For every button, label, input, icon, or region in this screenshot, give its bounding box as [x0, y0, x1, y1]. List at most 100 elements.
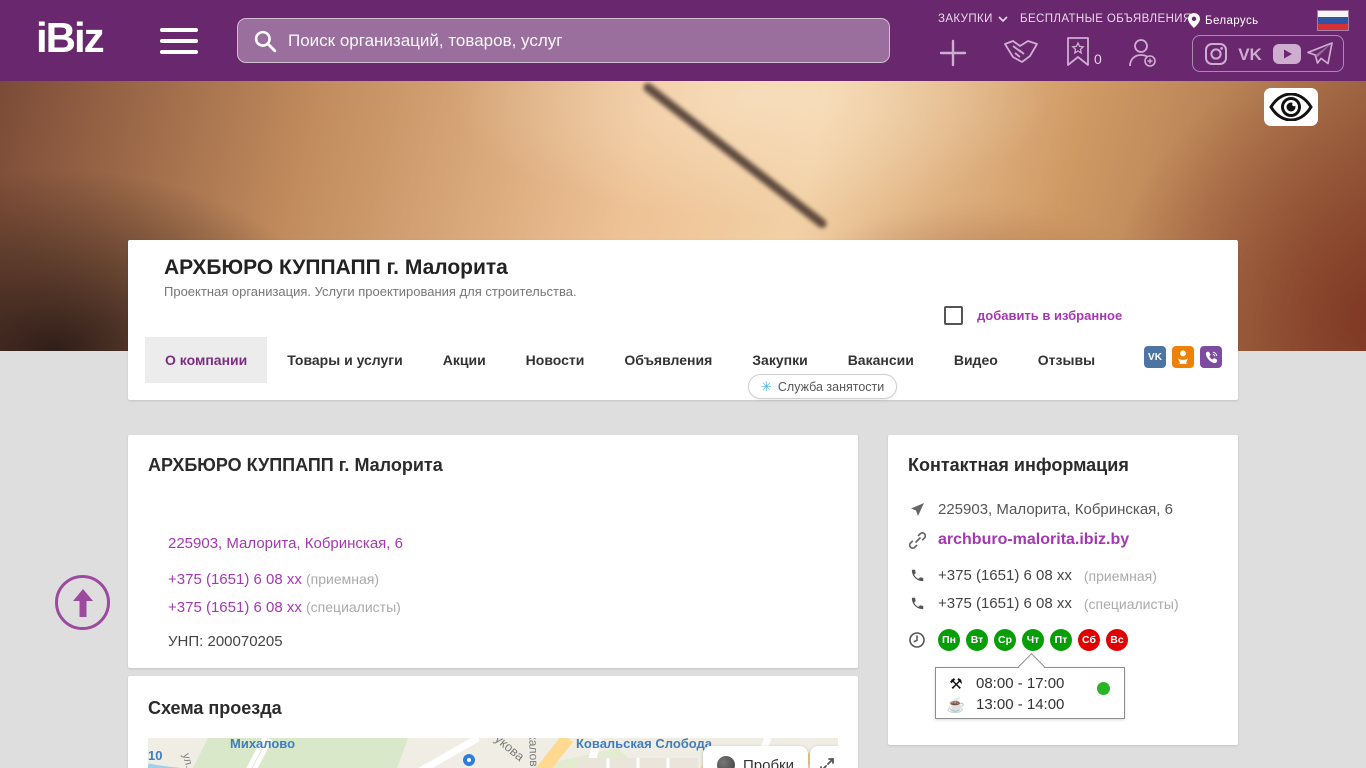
tab-news[interactable]: Новости — [506, 337, 605, 383]
day-tuesday[interactable]: Вт — [966, 629, 988, 651]
odnoklassniki-icon[interactable] — [1172, 346, 1194, 368]
pen-shape — [641, 81, 829, 230]
company-address-link[interactable]: 225903, Малорита, Кобринская, 6 — [168, 535, 403, 552]
unp-number: УНП: 200070205 — [168, 633, 283, 650]
procurement-menu[interactable]: ЗАКУПКИ — [938, 13, 1008, 25]
page: iBiz ЗАКУПКИ БЕСПЛАТНЫЕ ОБЪЯВЛЕНИЯ Белар… — [0, 0, 1366, 768]
street-label-3: калов — [526, 738, 542, 767]
about-title: АРХБЮРО КУППАПП г. Малорита — [148, 455, 443, 475]
vk-icon[interactable]: VK — [1233, 42, 1267, 66]
language-flag-ru[interactable] — [1318, 11, 1348, 30]
add-company-button[interactable] — [938, 38, 968, 68]
working-hours-tooltip: ⚒ 08:00 - 17:00 ☕ 13:00 - 14:00 — [935, 667, 1125, 719]
up-arrow-icon — [72, 588, 93, 617]
map-canvas[interactable]: 10 ул. Я Михалово укова калов Ковальская… — [148, 738, 838, 768]
search-input[interactable] — [288, 30, 875, 51]
contact-phone-reception: +375 (1651) 6 08 xx — [938, 567, 1072, 584]
telegram-icon[interactable] — [1306, 41, 1333, 66]
expand-icon — [820, 758, 834, 768]
free-ads-link[interactable]: БЕСПЛАТНЫЕ ОБЪЯВЛЕНИЯ — [1020, 13, 1192, 25]
tab-reviews[interactable]: Отзывы — [1018, 337, 1115, 383]
tab-promos[interactable]: Акции — [423, 337, 506, 383]
favorite-checkbox[interactable] — [944, 306, 963, 325]
link-icon — [908, 531, 926, 549]
phone-icon — [908, 596, 926, 611]
phone-icon — [908, 568, 926, 583]
phone-link-reception[interactable]: +375 (1651) 6 08 xx — [168, 571, 302, 588]
favorites-button[interactable]: 0 — [1066, 37, 1102, 67]
user-add-icon — [1129, 39, 1156, 67]
eye-icon — [1269, 93, 1313, 121]
tab-about[interactable]: О компании — [145, 337, 268, 383]
day-friday[interactable]: Пт — [1050, 629, 1072, 651]
district-label-kovalskaya: Ковальская Слобода — [576, 738, 713, 751]
top-header: iBiz ЗАКУПКИ БЕСПЛАТНЫЕ ОБЪЯВЛЕНИЯ Белар… — [0, 0, 1366, 81]
scroll-to-top-button[interactable] — [55, 575, 110, 630]
working-days: Пн Вт Ср Чт Пт Сб Вс — [938, 629, 1134, 651]
company-social-links: VK — [1144, 346, 1222, 368]
day-wednesday[interactable]: Ср — [994, 629, 1016, 651]
employment-service-icon: ✳ — [761, 378, 772, 394]
add-to-favorites[interactable]: добавить в избранное — [944, 306, 1122, 325]
day-thursday[interactable]: Чт — [1022, 629, 1044, 651]
bookmark-star-icon — [1067, 37, 1089, 66]
traffic-icon — [717, 756, 735, 768]
views-button[interactable] — [1264, 88, 1318, 126]
district-label-mikhalovo: Михалово — [230, 738, 296, 751]
instagram-icon[interactable] — [1204, 42, 1228, 66]
search-icon — [254, 30, 277, 52]
youtube-icon[interactable] — [1272, 43, 1302, 65]
social-links-group: VK — [1192, 35, 1344, 72]
contact-info-card: Контактная информация 225903, Малорита, … — [888, 435, 1238, 745]
day-saturday[interactable]: Сб — [1078, 629, 1100, 651]
road-number-label: 10 — [148, 748, 163, 763]
work-hours: 08:00 - 17:00 — [976, 675, 1065, 692]
company-header-card: АРХБЮРО КУППАПП г. Малорита Проектная ор… — [128, 240, 1238, 400]
map-fullscreen-button[interactable] — [810, 746, 838, 768]
hamburger-menu-icon[interactable] — [160, 28, 198, 54]
map-marker[interactable] — [463, 754, 475, 766]
tab-products[interactable]: Товары и услуги — [267, 337, 422, 383]
employment-service-badge[interactable]: ✳ Служба занятости — [748, 374, 898, 399]
about-company-card: АРХБЮРО КУППАПП г. Малорита 225903, Мало… — [128, 435, 858, 668]
break-hours: 13:00 - 14:00 — [976, 696, 1065, 713]
map-title: Схема проезда — [148, 698, 282, 718]
day-sunday[interactable]: Вс — [1106, 629, 1128, 651]
contact-address: 225903, Малорита, Кобринская, 6 — [938, 501, 1173, 518]
open-now-indicator — [1097, 682, 1110, 695]
phone-link-specialists[interactable]: +375 (1651) 6 08 xx — [168, 599, 302, 616]
vk-share-icon[interactable]: VK — [1144, 346, 1166, 368]
company-website-link[interactable]: archburo-malorita.ibiz.by — [938, 531, 1129, 549]
svg-text:VK: VK — [1238, 45, 1262, 64]
contact-phone-specialists: +375 (1651) 6 08 xx — [938, 595, 1072, 612]
contact-phone-reception-note: (приемная) — [1083, 567, 1157, 584]
handshake-icon — [1004, 40, 1038, 63]
phone-note-reception: (приемная) — [306, 571, 380, 587]
tab-ads[interactable]: Объявления — [604, 337, 732, 383]
coffee-icon: ☕ — [946, 696, 966, 714]
phone-note-specialists: (специалисты) — [306, 599, 401, 615]
location-pin-icon — [1188, 13, 1200, 28]
contact-phone-specialists-note: (специалисты) — [1083, 595, 1179, 612]
favorites-count: 0 — [1094, 51, 1102, 67]
contact-title: Контактная информация — [908, 455, 1129, 475]
clock-icon — [908, 632, 926, 648]
favorite-label: добавить в избранное — [977, 308, 1123, 323]
company-tabs: О компании Товары и услуги Акции Новости… — [145, 337, 1115, 383]
traffic-button[interactable]: Пробки — [703, 746, 808, 768]
chevron-down-icon — [998, 15, 1008, 22]
region-selector[interactable]: Беларусь — [1188, 13, 1259, 28]
login-button[interactable] — [1126, 38, 1158, 68]
navigation-arrow-icon — [908, 502, 926, 517]
viber-icon[interactable] — [1200, 346, 1222, 368]
day-monday[interactable]: Пн — [938, 629, 960, 651]
site-logo[interactable]: iBiz — [36, 14, 105, 62]
company-title: АРХБЮРО КУППАПП г. Малорита — [164, 256, 508, 279]
company-subtitle: Проектная организация. Услуги проектиров… — [164, 284, 577, 299]
route-map-card: Схема проезда 10 ул. Я Михалово укова ка… — [128, 676, 858, 768]
partners-button[interactable] — [1002, 40, 1040, 66]
tab-video[interactable]: Видео — [934, 337, 1018, 383]
search-bar — [237, 18, 890, 63]
plus-icon — [939, 39, 967, 67]
tools-icon: ⚒ — [949, 675, 963, 693]
